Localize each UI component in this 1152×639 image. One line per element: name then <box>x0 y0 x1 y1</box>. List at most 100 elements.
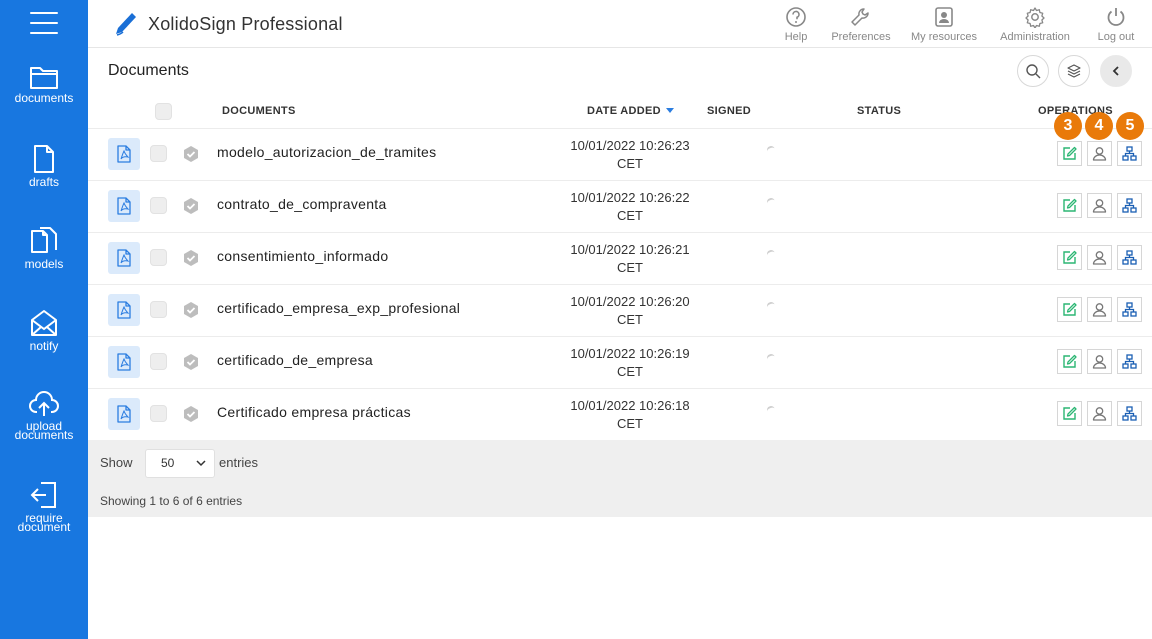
sort-desc-icon <box>665 108 674 113</box>
user-icon <box>1092 303 1107 317</box>
edit-button[interactable] <box>1057 193 1082 218</box>
workflow-button[interactable] <box>1117 245 1142 270</box>
document-name[interactable]: certificado_de_empresa <box>217 352 373 368</box>
sitemap-icon <box>1122 250 1137 265</box>
edit-button[interactable] <box>1057 245 1082 270</box>
sidebar-item-label: notify <box>29 339 59 353</box>
timezone-value: CET <box>617 364 643 379</box>
table-row[interactable]: certificado_de_empresa 10/01/2022 10:26:… <box>88 336 1152 388</box>
timezone-value: CET <box>617 312 643 327</box>
verified-shield-icon <box>184 406 198 422</box>
sidebar-item-models[interactable]: models <box>0 226 88 270</box>
sidebar: documents drafts models notify upload do… <box>0 0 88 639</box>
column-header-documents[interactable]: DOCUMENTS <box>222 105 296 117</box>
pdf-file-button[interactable] <box>108 242 140 274</box>
document-name[interactable]: Certificado empresa prácticas <box>217 404 411 420</box>
select-all-checkbox[interactable] <box>155 103 172 120</box>
table-row[interactable]: contrato_de_compraventa 10/01/2022 10:26… <box>88 180 1152 232</box>
pdf-file-button[interactable] <box>108 346 140 378</box>
edit-icon <box>1063 354 1077 368</box>
logout-button[interactable]: Log out <box>1090 6 1142 43</box>
table-footer: Show 50 entries Showing 1 to 6 of 6 entr… <box>88 440 1152 517</box>
column-header-signed[interactable]: SIGNED <box>707 105 751 117</box>
workflow-button[interactable] <box>1117 193 1142 218</box>
row-checkbox[interactable] <box>150 301 167 318</box>
edit-button[interactable] <box>1057 141 1082 166</box>
sidebar-item-documents[interactable]: documents <box>0 64 88 105</box>
document-name[interactable]: certificado_empresa_exp_profesional <box>217 300 460 316</box>
edit-button[interactable] <box>1057 349 1082 374</box>
step-badge-5: 5 <box>1116 112 1144 140</box>
pdf-icon <box>117 197 131 215</box>
edit-button[interactable] <box>1057 297 1082 322</box>
table-row[interactable]: Certificado empresa prácticas 10/01/2022… <box>88 388 1152 440</box>
date-added: 10/01/2022 10:26:22 CET <box>560 189 700 225</box>
column-header-date-added[interactable]: DATE ADDED <box>587 105 675 117</box>
pdf-file-button[interactable] <box>108 398 140 430</box>
help-button[interactable]: Help <box>768 6 824 43</box>
administration-button[interactable]: Administration <box>994 6 1076 43</box>
signer-button[interactable] <box>1087 401 1112 426</box>
date-value: 10/01/2022 10:26:21 <box>570 242 690 257</box>
signer-button[interactable] <box>1087 349 1112 374</box>
workflow-button[interactable] <box>1117 401 1142 426</box>
row-checkbox[interactable] <box>150 197 167 214</box>
row-checkbox[interactable] <box>150 405 167 422</box>
page-title: Documents <box>108 62 189 79</box>
chevron-down-icon <box>196 460 206 467</box>
edit-button[interactable] <box>1057 401 1082 426</box>
signer-button[interactable] <box>1087 297 1112 322</box>
resources-icon <box>935 7 953 27</box>
power-icon <box>1107 8 1125 26</box>
document-name[interactable]: consentimiento_informado <box>217 248 388 264</box>
sitemap-icon <box>1122 302 1137 317</box>
sidebar-item-label: require document <box>17 511 71 534</box>
sidebar-item-notify[interactable]: notify <box>0 308 88 353</box>
pdf-file-button[interactable] <box>108 138 140 170</box>
sidebar-item-require-document[interactable]: require document <box>0 480 88 534</box>
wrench-icon <box>851 8 869 26</box>
edit-icon <box>1063 146 1077 160</box>
timezone-value: CET <box>617 208 643 223</box>
sitemap-icon <box>1122 146 1137 161</box>
preferences-button[interactable]: Preferences <box>828 6 894 43</box>
user-icon <box>1092 147 1107 161</box>
signed-indicator <box>765 196 777 208</box>
timezone-value: CET <box>617 156 643 171</box>
table-row[interactable]: consentimiento_informado 10/01/2022 10:2… <box>88 232 1152 284</box>
menu-icon[interactable] <box>30 12 58 36</box>
layers-button[interactable] <box>1058 55 1090 87</box>
document-name[interactable]: modelo_autorizacion_de_tramites <box>217 144 436 160</box>
workflow-button[interactable] <box>1117 141 1142 166</box>
date-added: 10/01/2022 10:26:21 CET <box>560 241 700 277</box>
search-button[interactable] <box>1017 55 1049 87</box>
signed-indicator <box>765 352 777 364</box>
my-resources-button[interactable]: My resources <box>908 6 980 43</box>
sidebar-item-label: documents <box>14 91 74 105</box>
column-header-status[interactable]: STATUS <box>857 105 901 117</box>
sidebar-item-upload-documents[interactable]: upload documents <box>0 390 88 441</box>
signer-button[interactable] <box>1087 193 1112 218</box>
row-checkbox[interactable] <box>150 353 167 370</box>
workflow-button[interactable] <box>1117 349 1142 374</box>
row-checkbox[interactable] <box>150 145 167 162</box>
brand: XolidoSign Professional <box>114 10 343 38</box>
date-added: 10/01/2022 10:26:18 CET <box>560 397 700 433</box>
verified-shield-icon <box>184 198 198 214</box>
signer-button[interactable] <box>1087 245 1112 270</box>
workflow-button[interactable] <box>1117 297 1142 322</box>
app-title: XolidoSign Professional <box>148 13 343 34</box>
pdf-file-button[interactable] <box>108 294 140 326</box>
signer-button[interactable] <box>1087 141 1112 166</box>
pdf-file-button[interactable] <box>108 190 140 222</box>
step-badge-3: 3 <box>1054 112 1082 140</box>
pdf-icon <box>117 249 131 267</box>
sidebar-item-drafts[interactable]: drafts <box>0 144 88 189</box>
collapse-button[interactable] <box>1100 55 1132 87</box>
row-checkbox[interactable] <box>150 249 167 266</box>
page-size-select[interactable]: 50 <box>145 449 215 478</box>
sidebar-item-label: drafts <box>28 175 59 189</box>
document-name[interactable]: contrato_de_compraventa <box>217 196 387 212</box>
table-row[interactable]: certificado_empresa_exp_profesional 10/0… <box>88 284 1152 336</box>
table-row[interactable]: modelo_autorizacion_de_tramites 10/01/20… <box>88 128 1152 180</box>
